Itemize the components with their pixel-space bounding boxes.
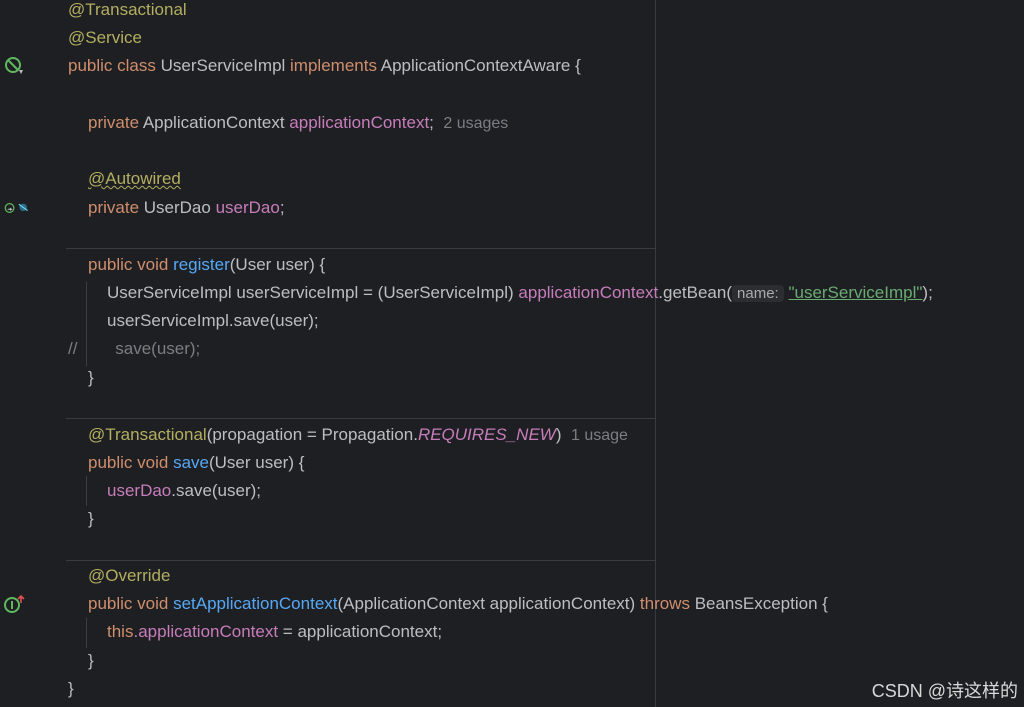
code-line[interactable]: } <box>68 675 74 703</box>
code-line[interactable]: @Transactional <box>68 0 187 24</box>
code-editor[interactable]: @Transactional @Service public class Use… <box>0 0 1024 707</box>
keyword: this <box>107 622 134 641</box>
method-name: setApplicationContext <box>173 594 338 613</box>
code-line[interactable]: // save(user); <box>68 335 200 363</box>
indent-guide <box>86 618 87 648</box>
enum-constant: REQUIRES_NEW <box>417 425 556 444</box>
interface-name: ApplicationContextAware { <box>380 56 581 75</box>
usages-hint[interactable]: 2 usages <box>443 115 508 132</box>
exception-type: BeansException { <box>694 594 828 613</box>
implements-method-icon[interactable] <box>4 593 30 615</box>
method-separator <box>66 248 656 249</box>
comment-text: save(user); <box>115 339 201 358</box>
indent-guide <box>86 476 87 506</box>
code-line[interactable]: } <box>88 647 94 675</box>
type-name: UserDao <box>143 198 216 217</box>
statement: .save(user); <box>171 481 262 500</box>
code-line[interactable]: userDao.save(user); <box>107 477 261 505</box>
spring-autowire-icon[interactable] <box>4 197 30 219</box>
statement: .getBean( <box>658 283 733 302</box>
method-separator <box>66 418 656 419</box>
code-line[interactable]: public void save(User user) { <box>88 449 304 477</box>
punctuation: ; <box>279 198 285 217</box>
watermark: CSDN @诗这样的 <box>871 681 1018 701</box>
code-line[interactable]: @Service <box>68 24 142 52</box>
code-line[interactable]: this.applicationContext = applicationCon… <box>107 618 442 646</box>
method-name: save <box>173 453 209 472</box>
parameter-hint: name: <box>732 285 784 302</box>
usages-hint[interactable]: 1 usage <box>571 427 628 444</box>
statement: UserServiceImpl userServiceImpl = (UserS… <box>107 283 519 302</box>
code-line[interactable]: @Override <box>88 562 170 590</box>
string-literal: "userServiceImpl" <box>788 283 923 302</box>
keyword: implements <box>290 56 381 75</box>
code-line[interactable]: @Autowired <box>88 165 181 193</box>
punctuation: } <box>88 509 94 528</box>
parameters: (User user) { <box>208 453 305 472</box>
punctuation: } <box>88 368 94 387</box>
keyword: public void <box>88 594 174 613</box>
code-line[interactable]: private ApplicationContext applicationCo… <box>88 109 508 137</box>
annotation: @Transactional <box>68 0 187 19</box>
statement: = applicationContext; <box>278 622 443 641</box>
method-name: register <box>173 255 230 274</box>
code-line[interactable]: @Transactional(propagation = Propagation… <box>88 421 628 449</box>
type-name: ApplicationContext <box>142 113 290 132</box>
keyword: public class <box>68 56 161 75</box>
keyword: public void <box>88 255 174 274</box>
code-line[interactable]: UserServiceImpl userServiceImpl = (UserS… <box>107 279 933 307</box>
annotation: @Transactional <box>88 425 207 444</box>
field-name: userDao <box>107 481 172 500</box>
code-line[interactable]: } <box>88 505 94 533</box>
statement: userServiceImpl.save(user); <box>107 311 319 330</box>
parameters: (ApplicationContext applicationContext) <box>337 594 640 613</box>
code-line[interactable]: private UserDao userDao; <box>88 194 285 222</box>
field-name: applicationContext <box>518 283 659 302</box>
code-line[interactable]: public void register(User user) { <box>88 251 325 279</box>
code-line[interactable]: public void setApplicationContext(Applic… <box>88 590 828 618</box>
annotation: @Autowired <box>88 169 181 188</box>
annotation-args: (propagation = Propagation. <box>206 425 418 444</box>
class-name: UserServiceImpl <box>160 56 291 75</box>
keyword: private <box>88 198 144 217</box>
code-line[interactable]: public class UserServiceImpl implements … <box>68 52 581 80</box>
parameters: (User user) { <box>229 255 326 274</box>
code-line[interactable]: } <box>88 364 94 392</box>
field-name: applicationContext <box>138 622 279 641</box>
field-name: applicationContext <box>289 113 430 132</box>
code-line[interactable]: userServiceImpl.save(user); <box>107 307 319 335</box>
punctuation: ); <box>922 283 933 302</box>
annotation: @Service <box>68 28 142 47</box>
keyword: throws <box>639 594 695 613</box>
punctuation: } <box>68 679 74 698</box>
keyword: public void <box>88 453 174 472</box>
method-separator <box>66 560 656 561</box>
keyword: private <box>88 113 143 132</box>
spring-bean-icon[interactable] <box>4 55 30 77</box>
punctuation: } <box>88 651 94 670</box>
annotation: @Override <box>88 566 171 585</box>
field-name: userDao <box>215 198 280 217</box>
